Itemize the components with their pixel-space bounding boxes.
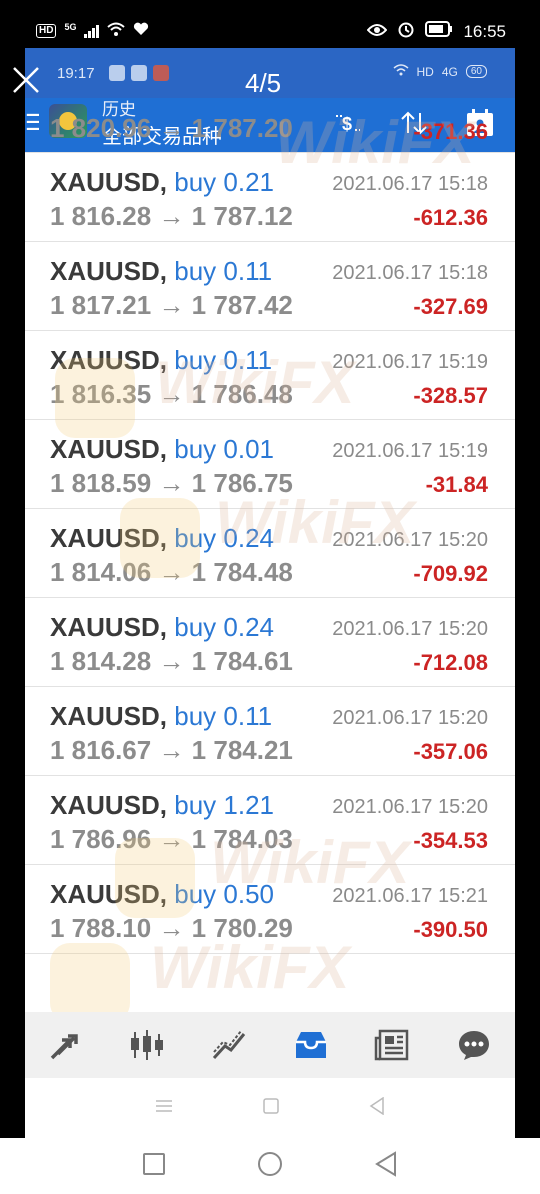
profit-value: -327.69 bbox=[413, 294, 488, 319]
price-range: 1 820.96 → 1 787.20 bbox=[50, 113, 293, 143]
table-row[interactable]: XAUUSD, buy 0.11 2021.06.17 15:18 1 817.… bbox=[25, 242, 515, 331]
back-icon[interactable] bbox=[374, 1150, 398, 1182]
network-type: 5G bbox=[64, 21, 77, 32]
status-time: 16:55 bbox=[463, 21, 506, 41]
trade-datetime: 2021.06.17 15:19 bbox=[332, 440, 488, 462]
viewer-right-gutter bbox=[515, 48, 540, 1138]
candlestick-icon[interactable] bbox=[124, 1022, 170, 1068]
trade-symbol: XAUUSD, buy 0.11 bbox=[50, 345, 273, 375]
notification-icons bbox=[109, 65, 169, 81]
table-row[interactable]: XAUUSD, buy 1.21 2021.06.17 15:20 1 786.… bbox=[25, 776, 515, 865]
inner-wifi-icon bbox=[393, 64, 409, 79]
profit-value: -371.36 bbox=[413, 119, 488, 144]
viewer-left-gutter bbox=[0, 48, 25, 1138]
system-navigation-bar bbox=[0, 1138, 540, 1194]
price-range: 1 817.21 → 1 787.42 bbox=[50, 290, 293, 320]
trade-datetime: 2021.06.17 15:20 bbox=[332, 618, 488, 640]
table-row[interactable]: XAUUSD, buy 0.24 2021.06.17 15:20 1 814.… bbox=[25, 598, 515, 687]
profit-value: -390.50 bbox=[413, 917, 488, 942]
price-range: 1 788.10 → 1 780.29 bbox=[50, 913, 293, 943]
table-row[interactable]: XAUUSD, buy 0.50 2021.06.17 15:21 1 788.… bbox=[25, 865, 515, 954]
table-row[interactable]: XAUUSD, buy 0.01 2021.06.17 15:19 1 818.… bbox=[25, 420, 515, 509]
table-row[interactable]: XAUUSD, buy 0.21 2021.06.17 15:18 1 816.… bbox=[25, 153, 515, 242]
inner-menu-icon bbox=[155, 1099, 173, 1118]
price-range: 1 816.67 → 1 784.21 bbox=[50, 735, 293, 765]
trade-datetime: 2021.06.17 15:18 bbox=[332, 262, 488, 284]
price-range: 1 816.28 → 1 787.12 bbox=[50, 201, 293, 231]
close-icon[interactable] bbox=[8, 62, 44, 98]
price-range: 1 786.96 → 1 784.03 bbox=[50, 824, 293, 854]
alarm-icon bbox=[397, 20, 415, 43]
price-range: 1 814.06 → 1 784.48 bbox=[50, 557, 293, 587]
home-icon[interactable] bbox=[256, 1150, 284, 1183]
trade-datetime: 2021.06.17 15:20 bbox=[332, 796, 488, 818]
trade-symbol: XAUUSD, buy 0.11 bbox=[50, 701, 273, 731]
trade-datetime: 2021.06.17 15:20 bbox=[332, 529, 488, 551]
table-row[interactable]: XAUUSD, buy 0.11 2021.06.17 15:20 1 816.… bbox=[25, 687, 515, 776]
table-row[interactable]: XAUUSD, buy 0.11 2021.06.17 15:19 1 816.… bbox=[25, 331, 515, 420]
trade-datetime: 2021.06.17 15:21 bbox=[332, 885, 488, 907]
table-row[interactable]: XAUUSD, buy 0.24 2021.06.17 15:20 1 814.… bbox=[25, 509, 515, 598]
news-icon[interactable] bbox=[369, 1022, 415, 1068]
line-chart-icon[interactable] bbox=[206, 1022, 252, 1068]
heart-icon bbox=[133, 22, 149, 39]
inner-navigation-bar bbox=[25, 1078, 515, 1138]
bottom-tab-bar bbox=[25, 1012, 515, 1078]
outer-status-bar: HD 5G 16:55 bbox=[0, 0, 540, 48]
inner-battery: 60 bbox=[465, 65, 487, 78]
inner-status-time: 19:17 bbox=[57, 65, 95, 82]
inbox-history-icon[interactable] bbox=[288, 1022, 334, 1068]
inner-home-icon bbox=[263, 1097, 279, 1119]
trade-symbol: XAUUSD, buy 0.11 bbox=[50, 256, 273, 286]
profit-value: -31.84 bbox=[425, 472, 488, 497]
chat-icon[interactable] bbox=[451, 1022, 497, 1068]
trade-datetime: 2021.06.17 15:19 bbox=[332, 351, 488, 373]
profit-value: -357.06 bbox=[413, 739, 488, 764]
trade-symbol: XAUUSD, buy 1.21 bbox=[50, 790, 274, 820]
profit-value: -354.53 bbox=[413, 828, 488, 853]
trade-datetime: 2021.06.17 15:18 bbox=[332, 173, 488, 195]
trade-datetime: 2021.06.17 15:20 bbox=[332, 707, 488, 729]
trade-symbol: XAUUSD, buy 0.24 bbox=[50, 612, 274, 642]
profit-value: -709.92 bbox=[413, 561, 488, 586]
trade-symbol: XAUUSD, buy 0.01 bbox=[50, 434, 274, 464]
eye-icon bbox=[367, 22, 388, 42]
price-range: 1 818.59 → 1 786.75 bbox=[50, 468, 293, 498]
trade-arrows-icon[interactable] bbox=[43, 1022, 89, 1068]
table-row[interactable]: 1 820.96 → 1 787.20 -371.36 bbox=[25, 112, 515, 153]
profit-value: -612.36 bbox=[413, 205, 488, 230]
inner-back-icon bbox=[369, 1096, 385, 1120]
signal-icon bbox=[84, 24, 100, 38]
inner-hd: HD bbox=[416, 64, 434, 79]
inner-network: 4G bbox=[441, 64, 458, 79]
trade-symbol: XAUUSD, buy 0.21 bbox=[50, 167, 274, 197]
price-range: 1 814.28 → 1 784.61 bbox=[50, 646, 293, 676]
price-range: 1 816.35 → 1 786.48 bbox=[50, 379, 293, 409]
battery-icon bbox=[425, 21, 453, 42]
recents-icon[interactable] bbox=[142, 1152, 166, 1181]
hd-badge: HD bbox=[36, 23, 57, 38]
screenshot-viewer: 19:17 HD 4G 60 4/5 ☰ 历史 全部交易品种 $ 1 820.9… bbox=[25, 48, 515, 1138]
watermark-logo bbox=[50, 943, 130, 1023]
profit-value: -712.08 bbox=[413, 650, 488, 675]
profit-value: -328.57 bbox=[413, 383, 488, 408]
trade-symbol: XAUUSD, buy 0.24 bbox=[50, 523, 274, 553]
wifi-icon bbox=[107, 22, 126, 39]
trade-symbol: XAUUSD, buy 0.50 bbox=[50, 879, 274, 909]
image-counter: 4/5 bbox=[245, 68, 282, 98]
